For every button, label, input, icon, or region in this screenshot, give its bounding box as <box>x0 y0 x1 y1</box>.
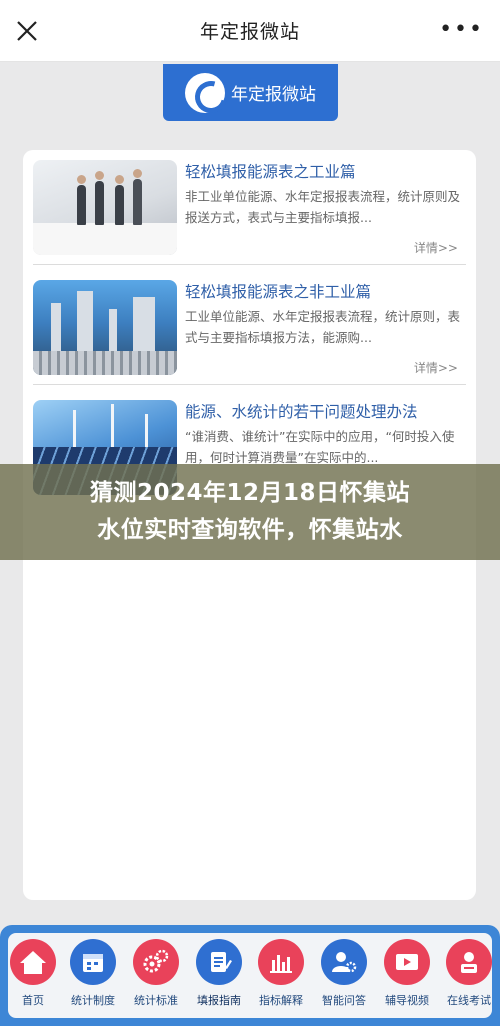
article-summary: 非工业单位能源、水年定报报表流程，统计原则及报送方式，表式与主要指标填报... <box>185 189 461 225</box>
tab-home[interactable]: 首页 <box>2 939 64 1017</box>
headline-line: 水位实时查询软件，怀集站水 <box>97 517 403 543</box>
tab-label: 指标解释 <box>259 994 303 1007</box>
tab-label: 首页 <box>22 994 44 1007</box>
gears-icon <box>133 939 179 985</box>
document-pen-icon <box>196 939 242 985</box>
exam-icon <box>446 939 492 985</box>
tab-label: 统计制度 <box>71 994 115 1007</box>
more-dots-icon[interactable]: ••• <box>439 19 484 41</box>
tab-statistical-system[interactable]: 统计制度 <box>62 939 124 1017</box>
tab-online-exam[interactable]: 在线考试 <box>438 939 500 1017</box>
calendar-icon <box>70 939 116 985</box>
tab-label: 填报指南 <box>197 994 241 1007</box>
tab-indicator-explanation[interactable]: 指标解释 <box>250 939 312 1017</box>
top-bar: 年定报微站 ••• <box>0 0 500 62</box>
video-icon <box>384 939 430 985</box>
article-details-link[interactable]: 详情>> <box>414 239 458 256</box>
brand-banner: 年定报微站 <box>163 64 338 121</box>
home-icon <box>10 939 56 985</box>
page-title: 年定报微站 <box>199 21 300 43</box>
tab-label: 在线考试 <box>447 994 491 1007</box>
headline-overlay: 猜测2024年12月18日怀集站 水位实时查询软件，怀集站水 <box>0 464 500 560</box>
tab-label: 统计标准 <box>134 994 178 1007</box>
article-summary: “谁消费、谁统计”在实际中的应用，“何时投入使用，何时计算消费量”在实际中的..… <box>185 429 455 465</box>
article-thumbnail <box>33 160 177 255</box>
article-title[interactable]: 轻松填报能源表之工业篇 <box>185 160 356 182</box>
tab-label: 智能问答 <box>322 994 366 1007</box>
article-title[interactable]: 能源、水统计的若干问题处理办法 <box>185 400 418 422</box>
article-summary: 工业单位能源、水年定报报表流程，统计原则，表式与主要指标填报方法，能源购... <box>185 309 461 345</box>
bottom-tab-bar: 首页 统计制度 统计标准 填报指南 指标解释 智能问答 辅导视频 在线考试 <box>0 925 500 1026</box>
brand-logo-icon <box>185 72 225 113</box>
bar-chart-icon <box>258 939 304 985</box>
tab-filing-guide[interactable]: 填报指南 <box>188 939 250 1017</box>
headline-line: 猜测2024年12月18日怀集站 <box>89 480 411 506</box>
tab-statistical-standards[interactable]: 统计标准 <box>125 939 187 1017</box>
article-item[interactable]: 轻松填报能源表之非工业篇 工业单位能源、水年定报报表流程，统计原则，表式与主要指… <box>33 270 466 385</box>
close-icon[interactable] <box>14 18 40 44</box>
tab-tutorial-videos[interactable]: 辅导视频 <box>376 939 438 1017</box>
article-details-link[interactable]: 详情>> <box>414 359 458 376</box>
article-title[interactable]: 轻松填报能源表之非工业篇 <box>185 280 371 302</box>
user-gear-icon <box>321 939 367 985</box>
article-thumbnail <box>33 280 177 375</box>
tab-label: 辅导视频 <box>385 994 429 1007</box>
tab-smart-qa[interactable]: 智能问答 <box>313 939 375 1017</box>
brand-name: 年定报微站 <box>231 85 316 105</box>
article-item[interactable]: 轻松填报能源表之工业篇 非工业单位能源、水年定报报表流程，统计原则及报送方式，表… <box>33 150 466 265</box>
